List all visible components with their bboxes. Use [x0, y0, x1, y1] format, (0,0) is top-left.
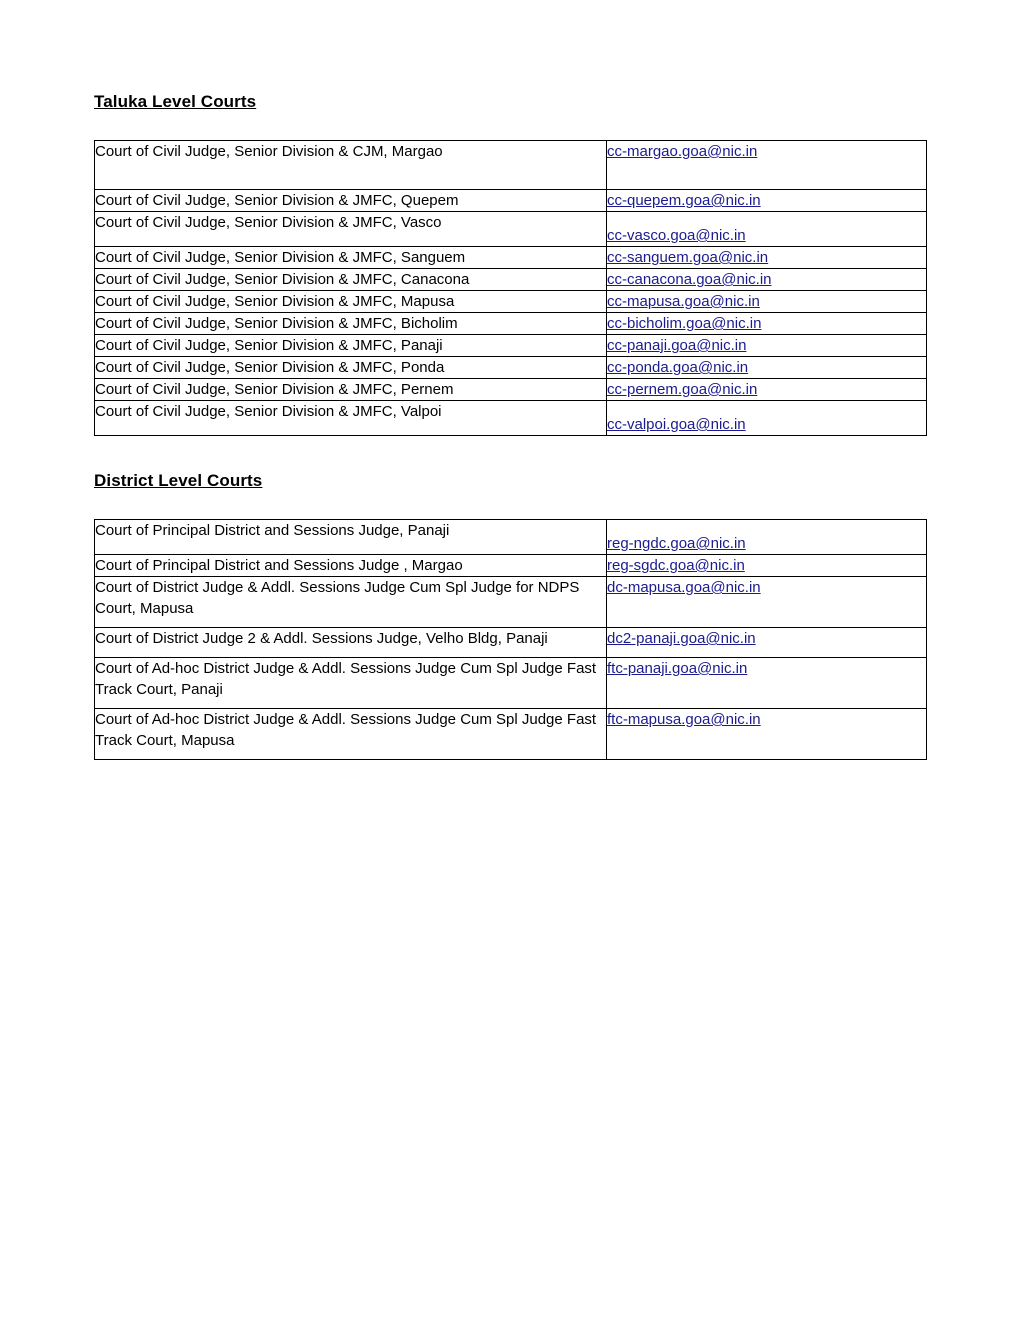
court-email-cell: reg-ngdc.goa@nic.in	[606, 519, 927, 555]
email-link[interactable]: dc2-panaji.goa@nic.in	[607, 630, 756, 647]
heading-spacer	[94, 112, 926, 140]
district-level-courts-heading: District Level Courts	[94, 471, 263, 490]
court-email-cell: ftc-mapusa.goa@nic.in	[606, 708, 927, 760]
email-link[interactable]: cc-mapusa.goa@nic.in	[607, 293, 760, 310]
court-name-cell: Court of Civil Judge, Senior Division & …	[94, 246, 607, 269]
court-name-cell: Court of Civil Judge, Senior Division & …	[94, 356, 607, 379]
email-link[interactable]: cc-pernem.goa@nic.in	[607, 381, 757, 398]
email-link[interactable]: ftc-mapusa.goa@nic.in	[607, 711, 761, 728]
table-row: Court of Civil Judge, Senior Division & …	[94, 334, 927, 357]
email-link[interactable]: cc-panaji.goa@nic.in	[607, 337, 746, 354]
court-name-cell: Court of Civil Judge, Senior Division & …	[94, 211, 607, 247]
court-email-cell: ftc-panaji.goa@nic.in	[606, 657, 927, 709]
court-email-cell: dc-mapusa.goa@nic.in	[606, 576, 927, 628]
email-link[interactable]: cc-ponda.goa@nic.in	[607, 359, 748, 376]
email-link[interactable]: cc-quepem.goa@nic.in	[607, 192, 761, 209]
email-link[interactable]: cc-valpoi.goa@nic.in	[607, 416, 746, 433]
table-row: Court of Principal District and Sessions…	[94, 519, 927, 555]
table-row: Court of Civil Judge, Senior Division & …	[94, 268, 927, 291]
table-row: Court of Civil Judge, Senior Division & …	[94, 246, 927, 269]
court-name-cell: Court of Principal District and Sessions…	[94, 554, 607, 577]
email-link[interactable]: dc-mapusa.goa@nic.in	[607, 579, 761, 596]
district-level-courts-table: Court of Principal District and Sessions…	[94, 519, 927, 760]
court-name-cell: Court of Civil Judge, Senior Division & …	[94, 312, 607, 335]
court-name-cell: Court of Civil Judge, Senior Division & …	[94, 268, 607, 291]
court-email-cell: cc-panaji.goa@nic.in	[606, 334, 927, 357]
table-row: Court of Civil Judge, Senior Division & …	[94, 378, 927, 401]
table-row: Court of District Judge 2 & Addl. Sessio…	[94, 627, 927, 658]
table-row: Court of Civil Judge, Senior Division & …	[94, 312, 927, 335]
court-email-cell: cc-canacona.goa@nic.in	[606, 268, 927, 291]
court-email-cell: cc-sanguem.goa@nic.in	[606, 246, 927, 269]
taluka-level-courts-table: Court of Civil Judge, Senior Division & …	[94, 140, 927, 436]
court-name-cell: Court of Civil Judge, Senior Division & …	[94, 189, 607, 212]
table-row: Court of Civil Judge, Senior Division & …	[94, 140, 927, 190]
court-email-cell: cc-margao.goa@nic.in	[606, 140, 927, 190]
court-name-cell: Court of District Judge 2 & Addl. Sessio…	[94, 627, 607, 658]
taluka-level-courts-heading: Taluka Level Courts	[94, 92, 257, 111]
court-email-cell: reg-sgdc.goa@nic.in	[606, 554, 927, 577]
document-page: Taluka Level Courts Court of Civil Judge…	[0, 0, 1020, 1320]
email-link[interactable]: reg-sgdc.goa@nic.in	[607, 557, 745, 574]
court-name-cell: Court of Civil Judge, Senior Division & …	[94, 140, 607, 190]
email-link[interactable]: reg-ngdc.goa@nic.in	[607, 535, 746, 552]
email-link[interactable]: ftc-panaji.goa@nic.in	[607, 660, 747, 677]
court-email-cell: cc-ponda.goa@nic.in	[606, 356, 927, 379]
table-row: Court of Civil Judge, Senior Division & …	[94, 189, 927, 212]
court-email-cell: cc-pernem.goa@nic.in	[606, 378, 927, 401]
table-row: Court of District Judge & Addl. Sessions…	[94, 576, 927, 628]
table-row: Court of Civil Judge, Senior Division & …	[94, 356, 927, 379]
court-name-cell: Court of District Judge & Addl. Sessions…	[94, 576, 607, 628]
court-email-cell: cc-vasco.goa@nic.in	[606, 211, 927, 247]
court-name-cell: Court of Ad-hoc District Judge & Addl. S…	[94, 657, 607, 709]
court-email-cell: cc-bicholim.goa@nic.in	[606, 312, 927, 335]
court-name-cell: Court of Principal District and Sessions…	[94, 519, 607, 555]
table-row: Court of Civil Judge, Senior Division & …	[94, 211, 927, 247]
court-email-cell: cc-mapusa.goa@nic.in	[606, 290, 927, 313]
table-row: Court of Ad-hoc District Judge & Addl. S…	[94, 708, 927, 760]
email-link[interactable]: cc-canacona.goa@nic.in	[607, 271, 772, 288]
table-row: Court of Ad-hoc District Judge & Addl. S…	[94, 657, 927, 709]
court-email-cell: dc2-panaji.goa@nic.in	[606, 627, 927, 658]
table-row: Court of Civil Judge, Senior Division & …	[94, 290, 927, 313]
court-name-cell: Court of Civil Judge, Senior Division & …	[94, 378, 607, 401]
court-email-cell: cc-quepem.goa@nic.in	[606, 189, 927, 212]
document-content: Taluka Level Courts Court of Civil Judge…	[94, 92, 927, 760]
email-link[interactable]: cc-margao.goa@nic.in	[607, 143, 757, 160]
email-link[interactable]: cc-vasco.goa@nic.in	[607, 227, 746, 244]
table-row: Court of Civil Judge, Senior Division & …	[94, 400, 927, 436]
email-link[interactable]: cc-sanguem.goa@nic.in	[607, 249, 768, 266]
court-name-cell: Court of Civil Judge, Senior Division & …	[94, 290, 607, 313]
court-name-cell: Court of Civil Judge, Senior Division & …	[94, 400, 607, 436]
court-name-cell: Court of Ad-hoc District Judge & Addl. S…	[94, 708, 607, 760]
court-email-cell: cc-valpoi.goa@nic.in	[606, 400, 927, 436]
court-name-cell: Court of Civil Judge, Senior Division & …	[94, 334, 607, 357]
table-row: Court of Principal District and Sessions…	[94, 554, 927, 577]
heading-spacer-2	[94, 491, 926, 519]
email-link[interactable]: cc-bicholim.goa@nic.in	[607, 315, 761, 332]
